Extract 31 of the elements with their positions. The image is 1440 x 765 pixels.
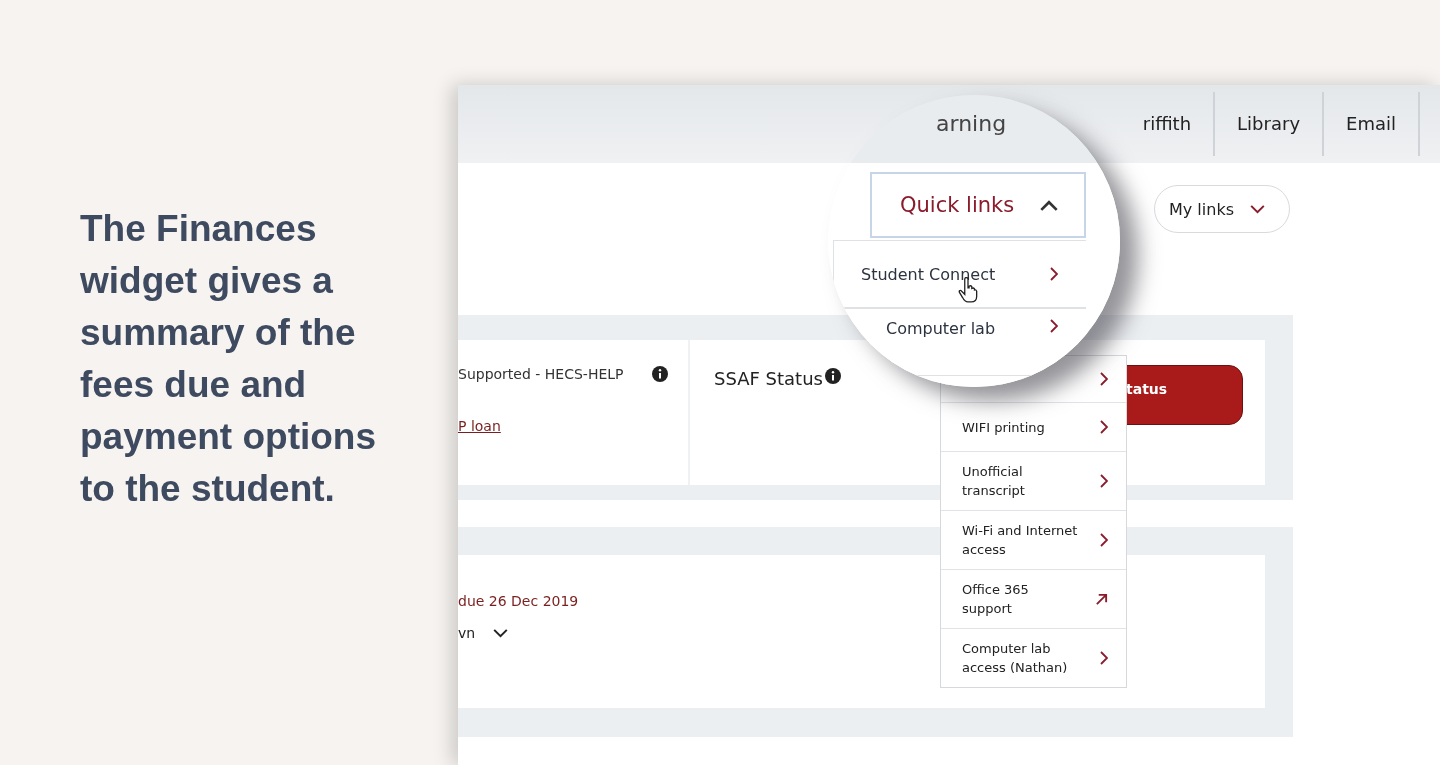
nav-link[interactable]: arning	[936, 111, 1007, 136]
chevron-right-icon	[1100, 474, 1108, 488]
chevron-down-icon	[1250, 204, 1265, 214]
quick-links-button[interactable]: Quick links	[870, 172, 1086, 238]
quick-link-item[interactable]: Student Connect	[833, 240, 1086, 308]
quick-link-item[interactable]: WIFI printing	[941, 403, 1126, 452]
chevron-down-icon	[493, 628, 509, 638]
ssaf-status-title: SSAF Status	[714, 368, 823, 389]
quick-link-item[interactable]: Unofficial transcript	[941, 452, 1126, 511]
chevron-right-icon	[1100, 420, 1108, 434]
chevron-right-icon	[1050, 267, 1058, 281]
support-text: Supported - HECS-HELP	[458, 366, 624, 382]
my-links-button[interactable]: My links	[1154, 185, 1290, 233]
quick-link-item[interactable]: Computer lab access (Nathan)	[941, 629, 1126, 687]
chevron-up-icon	[1040, 199, 1058, 211]
info-icon[interactable]	[652, 366, 668, 382]
nav-link[interactable]: riffith	[1142, 112, 1192, 136]
chevron-right-icon	[1050, 319, 1058, 333]
caption-text: The Finances widget gives a summary of the fees due and payment options to the student.	[80, 207, 378, 511]
external-link-icon	[1095, 592, 1108, 606]
quick-link-item[interactable]: Wi-Fi and Internet access	[941, 511, 1126, 570]
quick-link-item[interactable]: Office 365 support	[941, 570, 1126, 629]
info-icon[interactable]	[824, 368, 841, 384]
nav-link[interactable]: Email	[1346, 112, 1396, 136]
chevron-right-icon	[1100, 533, 1108, 547]
chevron-right-icon	[1100, 372, 1108, 386]
loan-link[interactable]: P loan	[458, 418, 501, 434]
due-date-text: due 26 Dec 2019	[458, 593, 579, 609]
chevron-right-icon	[1100, 651, 1108, 665]
breakdown-toggle[interactable]: vn	[458, 625, 509, 641]
nav-link[interactable]: Library	[1237, 112, 1301, 136]
